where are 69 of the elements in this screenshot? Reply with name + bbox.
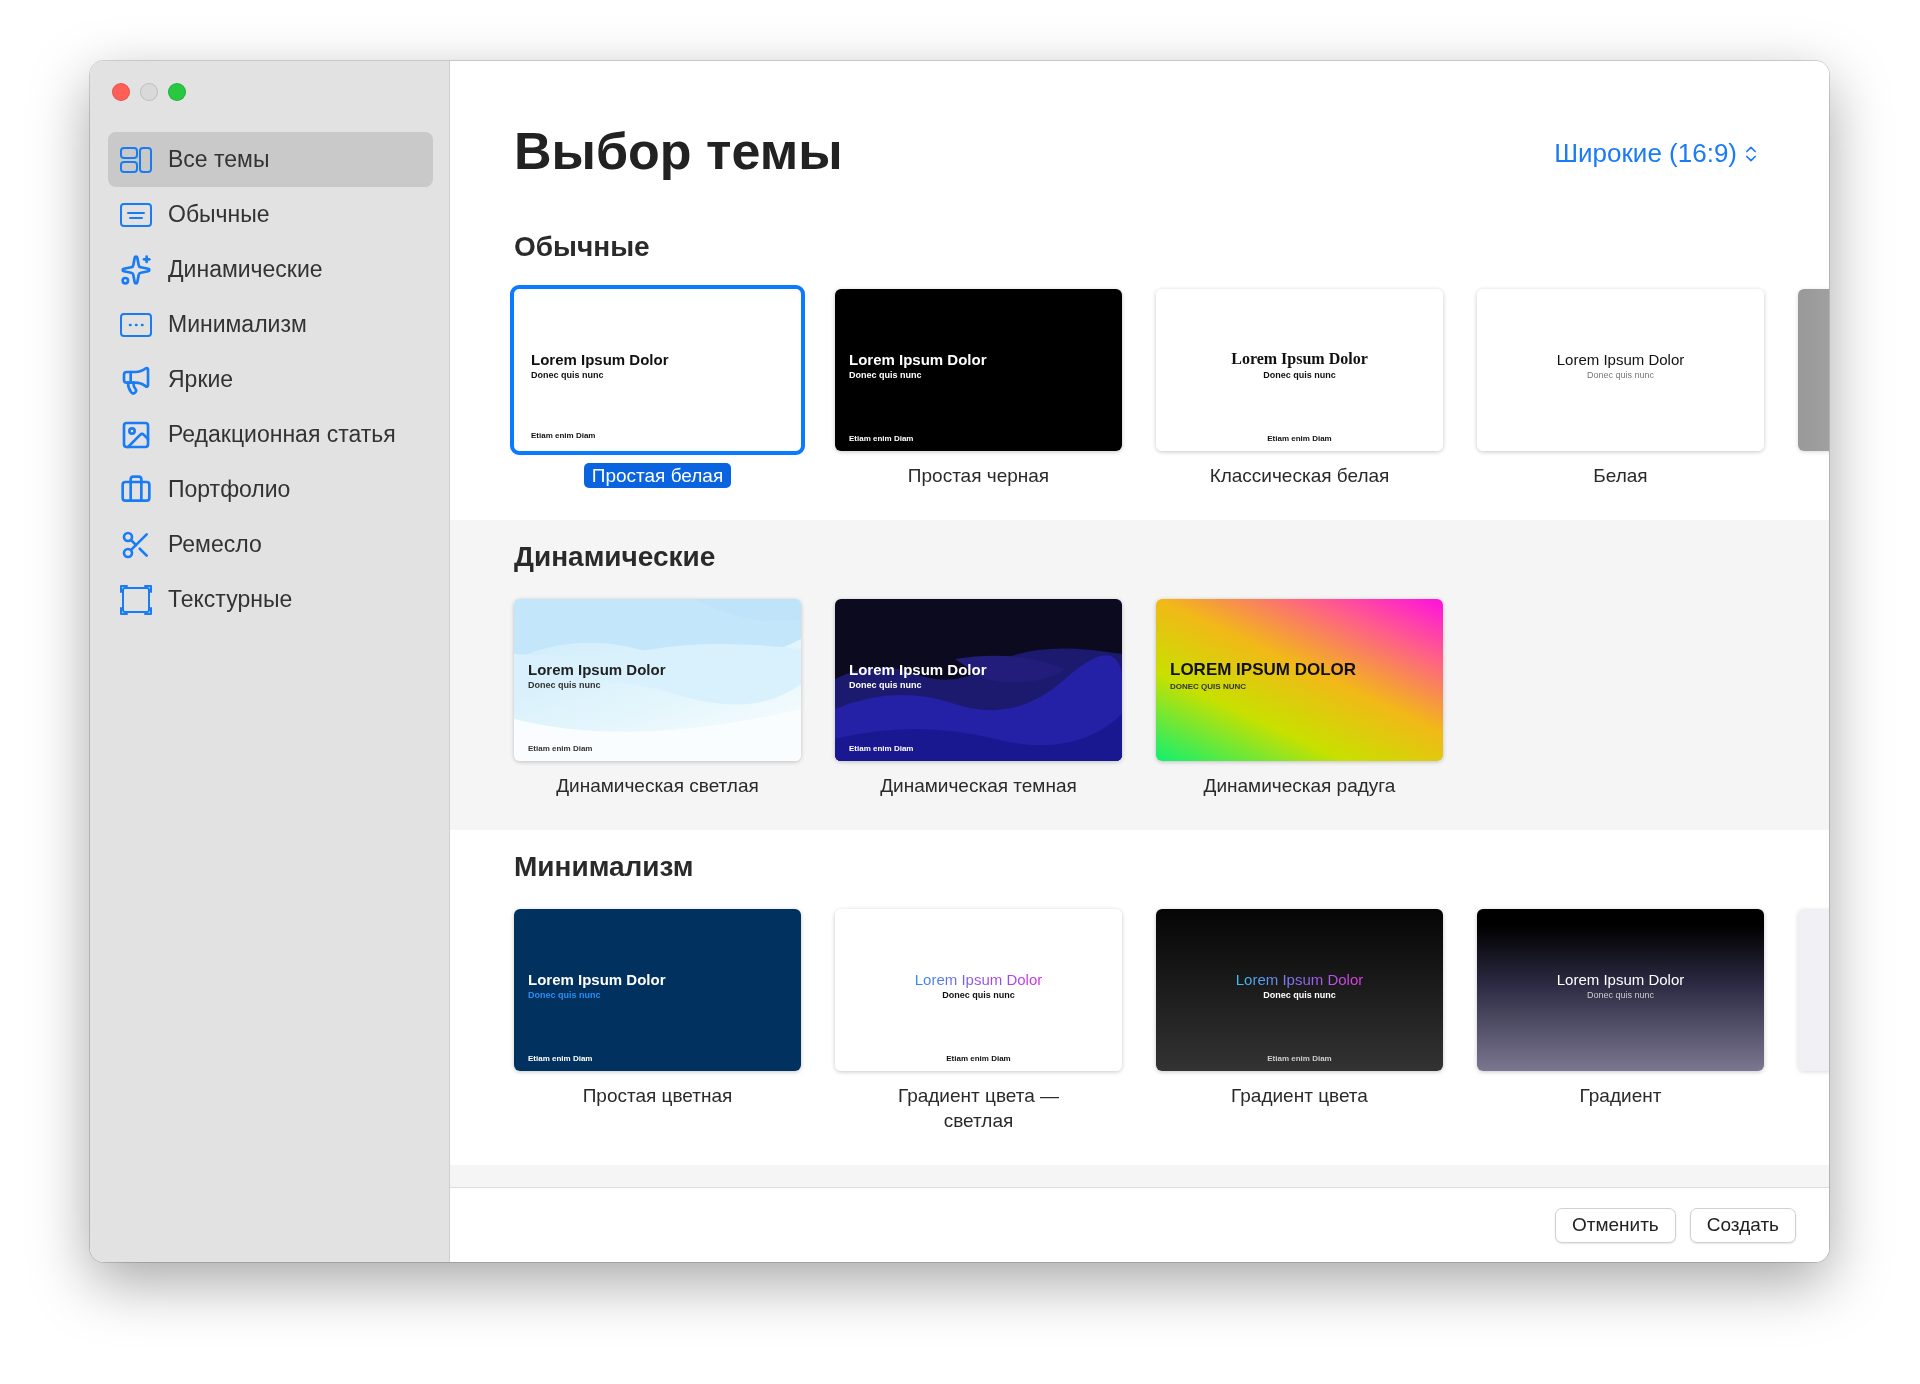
sidebar-item[interactable]: Обычные [108, 187, 433, 242]
window-title: Выбор темы [514, 121, 843, 182]
theme-thumbnail[interactable]: Lorem Ipsum Dolor Donec quis nunc Etiam enim Diam [835, 909, 1122, 1071]
sidebar-item[interactable]: Ремесло [108, 517, 433, 572]
sidebar-item[interactable]: Минимализм [108, 297, 433, 352]
sidebar-item[interactable]: Портфолио [108, 462, 433, 517]
sidebar-item[interactable]: Текстурные [108, 572, 433, 627]
slide-footer: Etiam enim Diam [528, 1054, 593, 1063]
theme-thumbnail[interactable]: Lorem Ipsum Dolor Donec quis nunc Etiam enim Diam [514, 909, 801, 1071]
theme-thumbnail[interactable]: Lorem Ipsum Dolor Donec quis nunc Etiam enim Diam [835, 289, 1122, 451]
theme-thumbnail[interactable]: Lorem Ipsum Dolor Donec quis nunc [1477, 909, 1764, 1071]
slide-footer: Etiam enim Diam [1156, 434, 1443, 443]
slide-footer: Etiam enim Diam [835, 1054, 1122, 1063]
slide-title: Lorem Ipsum Dolor [1231, 350, 1368, 368]
theme-thumbnail[interactable]: Lorem Ipsum Dolor Donec quis nunc Etiam enim Diam [510, 285, 805, 455]
section-heading: Минимализм [514, 850, 695, 884]
theme-name: Динамическая радуга [1203, 774, 1396, 798]
slide-title: Lorem Ipsum Dolor [1556, 350, 1685, 368]
slide-subtitle: DONEC QUIS NUNC [1170, 681, 1246, 691]
zoom-button[interactable] [168, 83, 186, 101]
sidebar-item[interactable]: Яркие [108, 352, 433, 407]
theme-thumbnail[interactable]: Lorem Ipsum Dolor Donec quis nunc Etiam enim Diam [514, 599, 801, 761]
section-heading: Обычные [514, 230, 651, 264]
theme-thumbnail[interactable]: LOREM IPSUM DOLOR DONEC QUIS NUNC [1156, 599, 1443, 761]
slide-title: Lorem Ipsum Dolor [528, 660, 666, 678]
slide-subtitle: Donec quis nunc [1263, 989, 1336, 1000]
theme-name: Простая цветная [582, 1084, 733, 1108]
slide-subtitle: Donec quis nunc [942, 989, 1015, 1000]
slide-title: LOREM IPSUM DOLOR [1170, 659, 1357, 680]
theme-name: Градиент цвета — светлая [896, 1084, 1061, 1133]
create-button[interactable]: Создать [1689, 1207, 1796, 1243]
theme-name: Простая белая [583, 463, 732, 488]
slide-subtitle: Donec quis nunc [1263, 370, 1336, 380]
slide-footer: Etiam enim Diam [528, 744, 593, 753]
theme-name: Градиент цвета [1231, 1084, 1368, 1108]
slide-title: Lorem Ipsum Dolor [531, 350, 669, 368]
slide-title: Lorem Ipsum Dolor [1556, 970, 1685, 988]
theme-thumbnail[interactable]: Lorem Ipsum Dolor Donec quis nunc [1477, 289, 1764, 451]
slide-footer: Etiam enim Diam [1156, 1054, 1443, 1063]
theme-thumbnail[interactable]: Lorem Ipsum Dolor Donec quis nunc Etiam enim Diam [1156, 289, 1443, 451]
theme-name: Динамическая светлая [556, 774, 759, 798]
slide-subtitle: Donec quis nunc [849, 679, 922, 690]
cancel-button[interactable]: Отменить [1554, 1207, 1676, 1243]
theme-name: Градиент [1579, 1084, 1662, 1108]
slide-subtitle: Donec quis nunc [528, 679, 601, 690]
slide-footer: Etiam enim Diam [849, 744, 914, 753]
slide-subtitle: Donec quis nunc [849, 369, 922, 380]
slide-title: Lorem Ipsum Dolor [528, 970, 666, 988]
close-button[interactable] [112, 83, 130, 101]
sidebar-item[interactable]: Все темы [108, 132, 433, 187]
theme-name: Классическая белая [1209, 464, 1390, 488]
theme-name: Динамическая темная [880, 774, 1077, 798]
theme-thumbnail[interactable]: Lorem Ipsum Dolor Donec quis nunc Etiam enim Diam [835, 599, 1122, 761]
minimize-button[interactable] [140, 83, 158, 101]
slide-title: Lorem Ipsum Dolor [849, 350, 987, 368]
sidebar-item[interactable]: Динамические [108, 242, 433, 297]
slide-subtitle: Donec quis nunc [528, 989, 601, 1000]
section-heading: Динамические [514, 540, 717, 574]
theme-thumbnail[interactable]: Lorem Ipsum Dolor Donec quis nunc Etiam enim Diam [1156, 909, 1443, 1071]
sidebar-item[interactable]: Редакционная статья [108, 407, 433, 462]
slide-subtitle: Donec quis nunc [1586, 369, 1654, 380]
theme-name: Белая [1593, 464, 1648, 488]
slide-subtitle: Donec quis nunc [1586, 989, 1654, 1000]
slide-footer: Etiam enim Diam [849, 434, 914, 443]
aspect-ratio-menu[interactable]: Широкие (16:9) [1554, 138, 1761, 169]
slide-footer: Etiam enim Diam [531, 431, 596, 440]
slide-subtitle: Donec quis nunc [531, 369, 604, 380]
slide-title: Lorem Ipsum Dolor [849, 660, 987, 678]
theme-name: Простая черная [907, 464, 1050, 488]
